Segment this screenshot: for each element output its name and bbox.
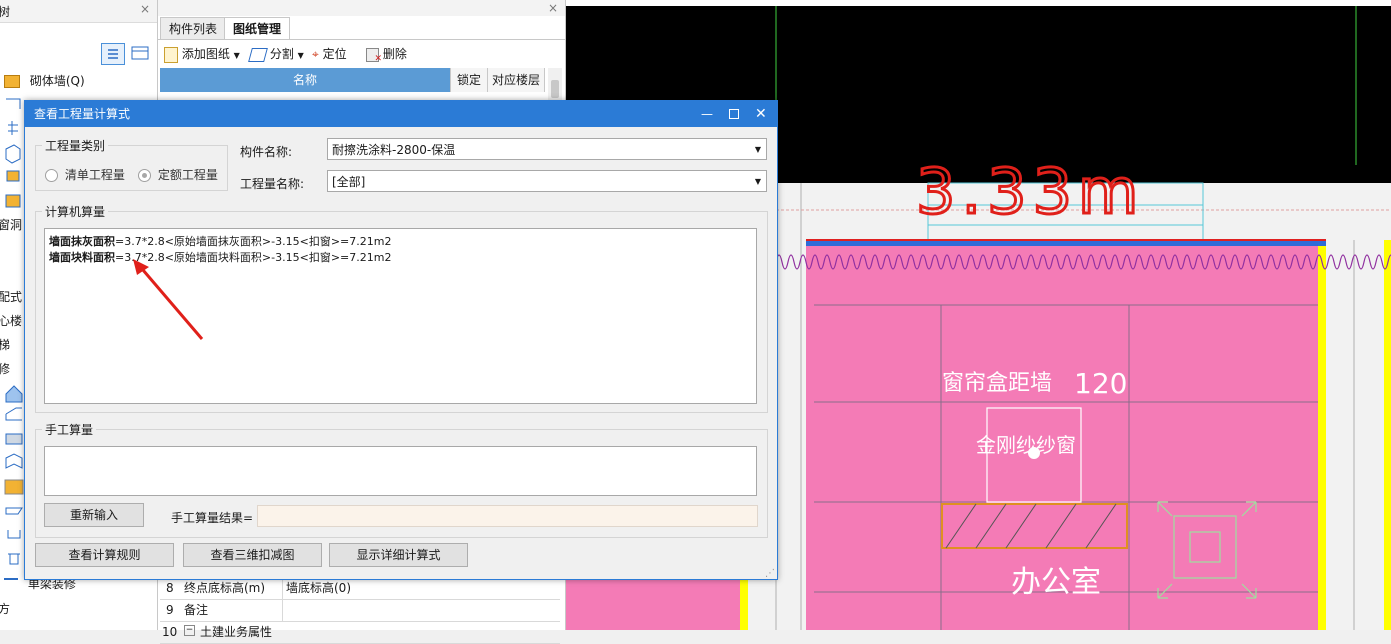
handwritten-annotation: 3.33m — [916, 155, 1144, 228]
tab-divider — [158, 39, 565, 40]
locate-button[interactable]: ⌖ 定位 — [312, 44, 347, 64]
view-calc-rules-button[interactable]: 查看计算规则 — [35, 543, 174, 567]
tree-titlebar: 树 × — [0, 0, 157, 23]
formula-line: 墙面抹灰面积=3.7*2.8<原始墙面抹灰面积>-3.15<扣窗>=7.21m2 — [49, 235, 392, 248]
room-label: 办公室 — [1011, 565, 1101, 600]
property-row[interactable]: 8 终点底标高(m) 墙底标高(0) — [160, 577, 560, 600]
tree-item-brick-wall[interactable]: 砌体墙(Q) — [4, 70, 85, 92]
curtain-box-label: 窗帘盒距墙 — [942, 371, 1052, 396]
split-icon — [248, 47, 268, 62]
tab-drawing-management[interactable]: 图纸管理 — [224, 17, 291, 40]
radio-norm-quantity[interactable]: 定额工程量 — [138, 166, 218, 183]
component-name-label: 构件名称: — [240, 145, 293, 159]
mid-titlebar: × — [158, 0, 565, 16]
delete-icon: ✕ — [366, 47, 382, 63]
dropdown-arrow-icon: ▼ — [297, 51, 304, 60]
quantity-formula-dialog: 查看工程量计算式 — ✕ 工程量类别 清单工程量 定额工程量 构件名称: 耐擦洗… — [24, 100, 778, 580]
minimize-icon[interactable]: — — [701, 101, 713, 127]
add-drawing-button[interactable]: 添加图纸 ▼ — [164, 44, 240, 64]
tree-icons-column — [5, 98, 21, 208]
dialog-title: 查看工程量计算式 — [34, 107, 131, 121]
tree-item-prefab[interactable]: 配式 — [0, 286, 22, 308]
quantity-type-label: 工程量类别 — [42, 137, 109, 154]
add-drawing-icon — [164, 46, 178, 63]
dialog-titlebar[interactable]: 查看工程量计算式 — ✕ — [25, 101, 777, 127]
property-row[interactable]: 10 − 土建业务属性 — [160, 621, 560, 644]
grid-icon — [131, 46, 149, 60]
delete-button[interactable]: ✕ 删除 — [366, 44, 407, 64]
tree-title: 树 — [0, 5, 11, 19]
radio-bill-quantity[interactable]: 清单工程量 — [45, 166, 125, 183]
radio-icon — [45, 169, 58, 182]
column-header-name[interactable]: 名称 — [160, 68, 451, 92]
window-label: 金刚纱纱窗 — [976, 433, 1076, 457]
list-icon — [108, 49, 118, 59]
chevron-down-icon: ▼ — [754, 177, 761, 186]
reinput-button[interactable]: 重新输入 — [44, 503, 144, 527]
collapse-icon[interactable]: − — [184, 625, 195, 636]
tree-item-square[interactable]: 方 — [0, 598, 10, 620]
tree-item-decoration[interactable]: 修 — [0, 358, 10, 380]
maximize-icon[interactable] — [729, 109, 739, 119]
grid-view-button[interactable] — [129, 43, 151, 63]
chevron-down-icon: ▼ — [754, 145, 761, 154]
computer-calc-textbox[interactable]: 墙面抹灰面积=3.7*2.8<原始墙面抹灰面积>-3.15<扣窗>=7.21m2… — [44, 228, 757, 404]
manual-calc-label: 手工算量 — [42, 421, 97, 438]
property-row[interactable]: 9 备注 — [160, 599, 560, 622]
close-icon[interactable]: ✕ — [755, 101, 767, 127]
dropdown-arrow-icon: ▼ — [233, 51, 240, 60]
locate-icon: ⌖ — [312, 47, 319, 61]
component-name-select[interactable]: 耐擦洗涂料-2800-保温 ▼ — [327, 138, 767, 160]
manual-calc-textarea[interactable] — [44, 446, 757, 496]
tree-item-window-opening[interactable]: 窗洞 — [0, 214, 22, 236]
quantity-name-select[interactable]: [全部] ▼ — [327, 170, 767, 192]
formula-line: 墙面块料面积=3.7*2.8<原始墙面块料面积>-3.15<扣窗>=7.21m2 — [49, 251, 392, 264]
red-arrow-annotation — [133, 259, 204, 340]
resize-grip-icon[interactable]: ⋰ — [765, 568, 775, 579]
close-icon[interactable]: × — [548, 1, 558, 15]
beam-icon — [4, 577, 18, 592]
view-3d-deduction-button[interactable]: 查看三维扣减图 — [183, 543, 322, 567]
close-icon[interactable]: × — [140, 2, 150, 16]
column-header-lock[interactable]: 锁定 — [451, 68, 488, 92]
tree-item-core-floor[interactable]: 心楼 — [0, 310, 22, 332]
manual-result-field[interactable] — [257, 505, 758, 527]
decoration-icons-column — [4, 385, 24, 565]
radio-selected-icon — [138, 169, 151, 182]
curtain-box-dimension: 120 — [1074, 367, 1127, 400]
column-header-floor[interactable]: 对应楼层 — [488, 68, 545, 92]
computer-calc-label: 计算机算量 — [42, 203, 109, 220]
brick-wall-icon — [4, 75, 20, 88]
manual-result-label: 手工算量结果= — [171, 511, 254, 525]
tab-component-list[interactable]: 构件列表 — [160, 17, 227, 40]
show-detailed-formula-button[interactable]: 显示详细计算式 — [329, 543, 468, 567]
tree-item-stairs[interactable]: 梯 — [0, 334, 10, 356]
quantity-name-label: 工程量名称: — [240, 177, 305, 191]
split-button[interactable]: 分割 ▼ — [248, 44, 304, 64]
list-view-button[interactable] — [101, 43, 125, 65]
